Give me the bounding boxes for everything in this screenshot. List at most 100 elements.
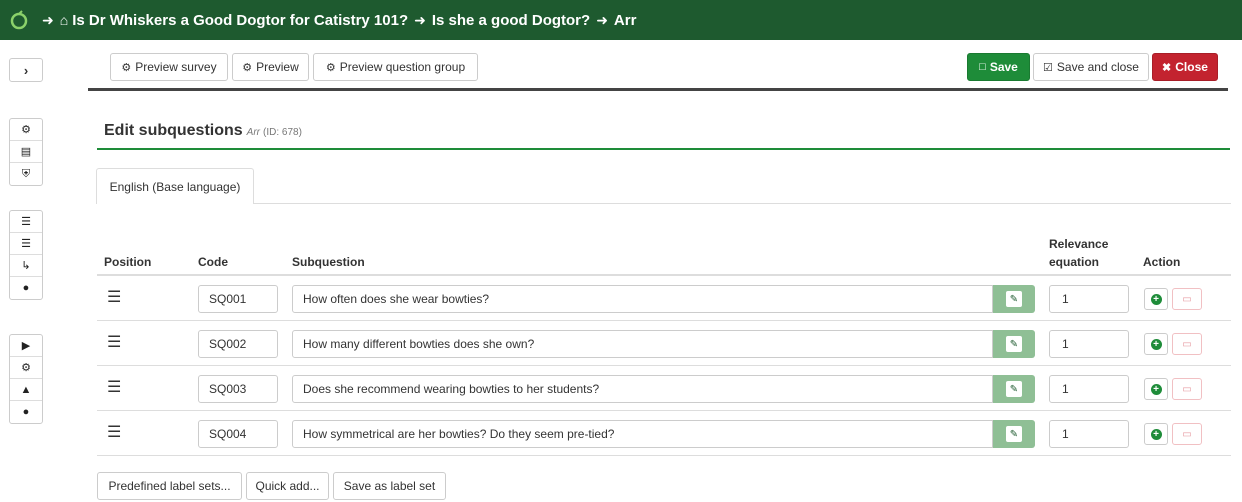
- sidebar-group-actions: ▶ ⚙ ▲ ●: [9, 334, 43, 424]
- preview-label: Preview: [256, 60, 299, 74]
- save-as-label-set-button[interactable]: Save as label set: [333, 472, 446, 500]
- drag-handle-icon[interactable]: ☰: [107, 377, 121, 397]
- edit-subquestion-button[interactable]: ✎: [993, 375, 1035, 403]
- drag-handle-icon[interactable]: ☰: [107, 287, 121, 307]
- add-row-button[interactable]: +: [1144, 288, 1168, 310]
- sidebar-toggle-button[interactable]: ›: [9, 58, 43, 82]
- gear-icon: ⚙: [21, 362, 31, 374]
- title-divider: [97, 148, 1230, 150]
- table-row: ☰ SQ001 How often does she wear bowties?…: [97, 276, 1231, 321]
- pencil-icon: ✎: [1006, 381, 1022, 397]
- add-row-button[interactable]: +: [1144, 423, 1168, 445]
- sitemap-icon: ▲: [20, 383, 32, 396]
- code-input[interactable]: SQ001: [198, 285, 278, 313]
- add-row-button[interactable]: +: [1144, 333, 1168, 355]
- code-input[interactable]: SQ004: [198, 420, 278, 448]
- sidebar-item-run[interactable]: ▶: [10, 335, 42, 357]
- trash-icon: ▭: [1182, 338, 1192, 350]
- delete-row-button[interactable]: ▭: [1172, 288, 1202, 310]
- subquestion-input[interactable]: How many different bowties does she own?: [292, 330, 993, 358]
- gear-icon: ⚙: [242, 61, 253, 74]
- limesurvey-logo-icon[interactable]: [8, 9, 30, 31]
- page-title-text: Edit subquestions: [104, 122, 243, 139]
- list-icon: ☰: [21, 216, 31, 228]
- breadcrumb-survey-label: Is Dr Whiskers a Good Dogtor for Catistr…: [72, 11, 409, 29]
- sidebar-item-list[interactable]: ☰: [10, 211, 42, 233]
- file-icon: ▤: [20, 146, 32, 158]
- delete-row-button[interactable]: ▭: [1172, 423, 1202, 445]
- edit-subquestion-button[interactable]: ✎: [993, 420, 1035, 448]
- quick-add-button[interactable]: Quick add...: [246, 472, 329, 500]
- top-bar: ➜ ⌂ Is Dr Whiskers a Good Dogtor for Cat…: [0, 0, 1242, 40]
- drag-handle-icon[interactable]: ☰: [107, 332, 121, 352]
- subquestion-input[interactable]: How often does she wear bowties?: [292, 285, 993, 313]
- add-row-button[interactable]: +: [1144, 378, 1168, 400]
- plus-circle-icon: +: [1150, 428, 1162, 440]
- breadcrumb-arrow-icon: ➜: [42, 11, 54, 28]
- gear-icon: ⚙: [121, 61, 132, 74]
- cogs-icon: ⚙: [21, 124, 31, 136]
- close-button[interactable]: ✖ Close: [1152, 53, 1218, 81]
- user-icon: ●: [22, 282, 30, 294]
- save-and-close-button[interactable]: ☑ Save and close: [1033, 53, 1149, 81]
- check-square-icon: ☑: [1043, 61, 1053, 74]
- breadcrumb-group[interactable]: Is she a good Dogtor?: [432, 12, 590, 29]
- home-icon: ⌂: [59, 12, 69, 28]
- save-button[interactable]: □ Save: [967, 53, 1030, 81]
- preview-button[interactable]: ⚙ Preview: [232, 53, 309, 81]
- floppy-icon: □: [979, 61, 986, 73]
- sidebar-item-user[interactable]: ●: [10, 277, 42, 299]
- tree-icon: ↳: [21, 260, 31, 272]
- sidebar-group-settings: ⚙ ▤ ⛨: [9, 118, 43, 186]
- drag-handle-icon[interactable]: ☰: [107, 422, 121, 442]
- plus-circle-icon: +: [1150, 338, 1162, 350]
- gear-icon: ⚙: [325, 61, 336, 74]
- pencil-icon: ✎: [1006, 336, 1022, 352]
- sidebar-item-overview[interactable]: ▤: [10, 141, 42, 163]
- tab-divider: [254, 203, 1231, 204]
- sidebar-item-tree[interactable]: ↳: [10, 255, 42, 277]
- delete-row-button[interactable]: ▭: [1172, 378, 1202, 400]
- plus-circle-icon: +: [1150, 383, 1162, 395]
- edit-subquestion-button[interactable]: ✎: [993, 330, 1035, 358]
- code-input[interactable]: SQ002: [198, 330, 278, 358]
- preview-question-group-label: Preview question group: [339, 60, 466, 74]
- trash-icon: ▭: [1182, 293, 1192, 305]
- close-icon: ✖: [1162, 61, 1172, 74]
- breadcrumb-survey[interactable]: ⌂ Is Dr Whiskers a Good Dogtor for Catis…: [60, 12, 408, 29]
- relevance-input[interactable]: 1: [1049, 330, 1129, 358]
- sidebar-item-list-alt[interactable]: ☰: [10, 233, 42, 255]
- sidebar-item-users[interactable]: ●: [10, 401, 42, 423]
- pencil-icon: ✎: [1006, 426, 1022, 442]
- preview-survey-button[interactable]: ⚙ Preview survey: [110, 53, 228, 81]
- page-title: Edit subquestions Arr (ID: 678): [104, 122, 302, 140]
- predefined-label-sets-button[interactable]: Predefined label sets...: [97, 472, 242, 500]
- close-label: Close: [1175, 60, 1208, 74]
- delete-row-button[interactable]: ▭: [1172, 333, 1202, 355]
- table-row: ☰ SQ002 How many different bowties does …: [97, 321, 1231, 366]
- sidebar-item-config[interactable]: ⚙: [10, 357, 42, 379]
- trash-icon: ▭: [1182, 428, 1192, 440]
- subquestion-input[interactable]: Does she recommend wearing bowties to he…: [292, 375, 993, 403]
- relevance-input[interactable]: 1: [1049, 285, 1129, 313]
- shield-icon: ⛨: [21, 167, 31, 180]
- breadcrumb-arrow-icon: ➜: [414, 11, 426, 28]
- relevance-input[interactable]: 1: [1049, 420, 1129, 448]
- column-header-subquestion: Subquestion: [292, 255, 365, 269]
- column-header-relevance-line2: equation: [1049, 255, 1099, 269]
- sidebar-item-settings[interactable]: ⚙: [10, 119, 42, 141]
- subquestion-input[interactable]: How symmetrical are her bowties? Do they…: [292, 420, 993, 448]
- relevance-input[interactable]: 1: [1049, 375, 1129, 403]
- question-code: Arr: [246, 127, 261, 138]
- edit-subquestion-button[interactable]: ✎: [993, 285, 1035, 313]
- tab-english[interactable]: English (Base language): [96, 168, 254, 204]
- sidebar-item-sitemap[interactable]: ▲: [10, 379, 42, 401]
- sidebar-item-security[interactable]: ⛨: [10, 163, 42, 185]
- code-input[interactable]: SQ003: [198, 375, 278, 403]
- play-icon: ▶: [21, 340, 31, 352]
- trash-icon: ▭: [1182, 383, 1192, 395]
- column-header-action: Action: [1143, 255, 1181, 269]
- preview-survey-label: Preview survey: [135, 60, 217, 74]
- list-alt-icon: ☰: [21, 238, 31, 250]
- preview-question-group-button[interactable]: ⚙ Preview question group: [313, 53, 478, 81]
